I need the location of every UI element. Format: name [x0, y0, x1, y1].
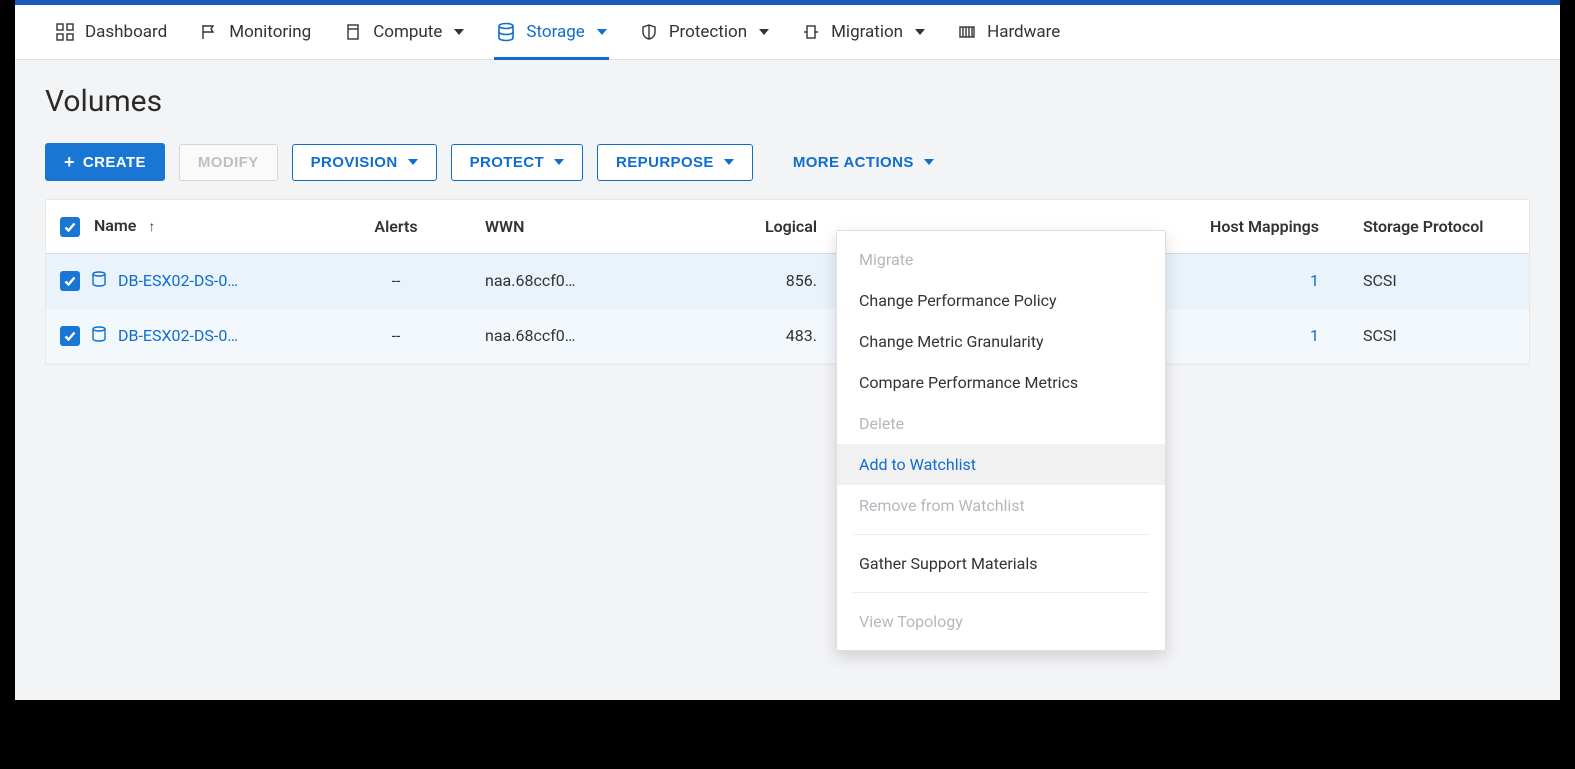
nav-storage-label: Storage	[526, 22, 584, 42]
create-label: CREATE	[83, 154, 146, 171]
col-logical[interactable]: Logical	[731, 200, 831, 253]
repurpose-label: REPURPOSE	[616, 154, 714, 171]
toolbar: + CREATE MODIFY PROVISION PROTECT REPURP…	[45, 143, 1530, 181]
storage-icon	[496, 22, 516, 42]
host-mappings-link[interactable]: 1	[1310, 271, 1319, 290]
cell-alerts: --	[321, 253, 471, 308]
menu-add-watchlist[interactable]: Add to Watchlist	[837, 444, 1165, 485]
col-name[interactable]: Name ↑	[46, 200, 321, 253]
nav-protection[interactable]: Protection	[639, 5, 769, 59]
menu-separator	[853, 592, 1149, 593]
modify-button: MODIFY	[179, 144, 278, 181]
chevron-down-icon	[597, 29, 607, 35]
provision-button[interactable]: PROVISION	[292, 144, 437, 181]
cell-protocol: SCSI	[1349, 308, 1529, 363]
hardware-icon	[957, 22, 977, 42]
protect-button[interactable]: PROTECT	[451, 144, 583, 181]
cell-wwn: naa.68ccf0…	[471, 253, 731, 308]
chevron-down-icon	[724, 159, 734, 165]
dashboard-icon	[55, 22, 75, 42]
volumes-table: Name ↑ Alerts WWN Logical Host Mappings …	[46, 200, 1529, 364]
menu-view-topology: View Topology	[837, 601, 1165, 642]
menu-gather-support[interactable]: Gather Support Materials	[837, 543, 1165, 584]
migration-icon	[801, 22, 821, 42]
chevron-down-icon	[454, 29, 464, 35]
compute-icon	[343, 22, 363, 42]
chevron-down-icon	[408, 159, 418, 165]
nav-monitoring-label: Monitoring	[229, 22, 311, 42]
repurpose-button[interactable]: REPURPOSE	[597, 144, 753, 181]
top-nav: Dashboard Monitoring Compute Storage	[15, 5, 1560, 60]
volume-icon	[90, 325, 108, 347]
menu-change-perf-policy[interactable]: Change Performance Policy	[837, 280, 1165, 321]
nav-compute[interactable]: Compute	[343, 5, 464, 59]
cell-protocol: SCSI	[1349, 253, 1529, 308]
nav-storage[interactable]: Storage	[496, 5, 606, 59]
nav-hardware[interactable]: Hardware	[957, 5, 1060, 59]
shield-icon	[639, 22, 659, 42]
chevron-down-icon	[915, 29, 925, 35]
col-storage-protocol[interactable]: Storage Protocol	[1349, 200, 1529, 253]
chevron-down-icon	[554, 159, 564, 165]
host-mappings-link[interactable]: 1	[1310, 326, 1319, 345]
menu-delete: Delete	[837, 403, 1165, 444]
provision-label: PROVISION	[311, 154, 398, 171]
cell-logical: 483.	[731, 308, 831, 363]
col-host-mappings[interactable]: Host Mappings	[1184, 200, 1349, 253]
cell-alerts: --	[321, 308, 471, 363]
col-wwn[interactable]: WWN	[471, 200, 731, 253]
nav-dashboard-label: Dashboard	[85, 22, 167, 42]
volume-icon	[90, 270, 108, 292]
plus-icon: +	[64, 153, 75, 171]
volume-name-link[interactable]: DB-ESX02-DS-0…	[118, 271, 238, 290]
page-title: Volumes	[45, 84, 1530, 119]
chevron-down-icon	[759, 29, 769, 35]
col-name-label: Name	[94, 216, 136, 235]
table-row[interactable]: DB-ESX02-DS-0… -- naa.68ccf0… 856. 1 SCS…	[46, 253, 1529, 308]
volume-name-link[interactable]: DB-ESX02-DS-0…	[118, 326, 238, 345]
more-actions-label: MORE ACTIONS	[793, 154, 914, 171]
table-row[interactable]: DB-ESX02-DS-0… -- naa.68ccf0… 483. 1 SCS…	[46, 308, 1529, 363]
menu-remove-watchlist: Remove from Watchlist	[837, 485, 1165, 526]
nav-dashboard[interactable]: Dashboard	[55, 5, 167, 59]
create-button[interactable]: + CREATE	[45, 143, 165, 181]
cell-wwn: naa.68ccf0…	[471, 308, 731, 363]
nav-protection-label: Protection	[669, 22, 747, 42]
more-actions-menu: Migrate Change Performance Policy Change…	[836, 230, 1166, 651]
row-checkbox[interactable]	[60, 271, 80, 291]
more-actions-button[interactable]: MORE ACTIONS	[787, 145, 940, 180]
flag-icon	[199, 22, 219, 42]
nav-hardware-label: Hardware	[987, 22, 1060, 42]
volumes-table-wrap: Name ↑ Alerts WWN Logical Host Mappings …	[45, 199, 1530, 365]
chevron-down-icon	[924, 159, 934, 165]
modify-label: MODIFY	[198, 154, 259, 171]
nav-migration[interactable]: Migration	[801, 5, 925, 59]
select-all-checkbox[interactable]	[60, 217, 80, 237]
nav-monitoring[interactable]: Monitoring	[199, 5, 311, 59]
menu-change-metric-gran[interactable]: Change Metric Granularity	[837, 321, 1165, 362]
sort-asc-icon: ↑	[148, 219, 155, 235]
nav-compute-label: Compute	[373, 22, 442, 42]
menu-migrate: Migrate	[837, 239, 1165, 280]
protect-label: PROTECT	[470, 154, 544, 171]
menu-separator	[853, 534, 1149, 535]
menu-compare-perf[interactable]: Compare Performance Metrics	[837, 362, 1165, 403]
row-checkbox[interactable]	[60, 326, 80, 346]
cell-logical: 856.	[731, 253, 831, 308]
nav-migration-label: Migration	[831, 22, 903, 42]
col-alerts[interactable]: Alerts	[321, 200, 471, 253]
